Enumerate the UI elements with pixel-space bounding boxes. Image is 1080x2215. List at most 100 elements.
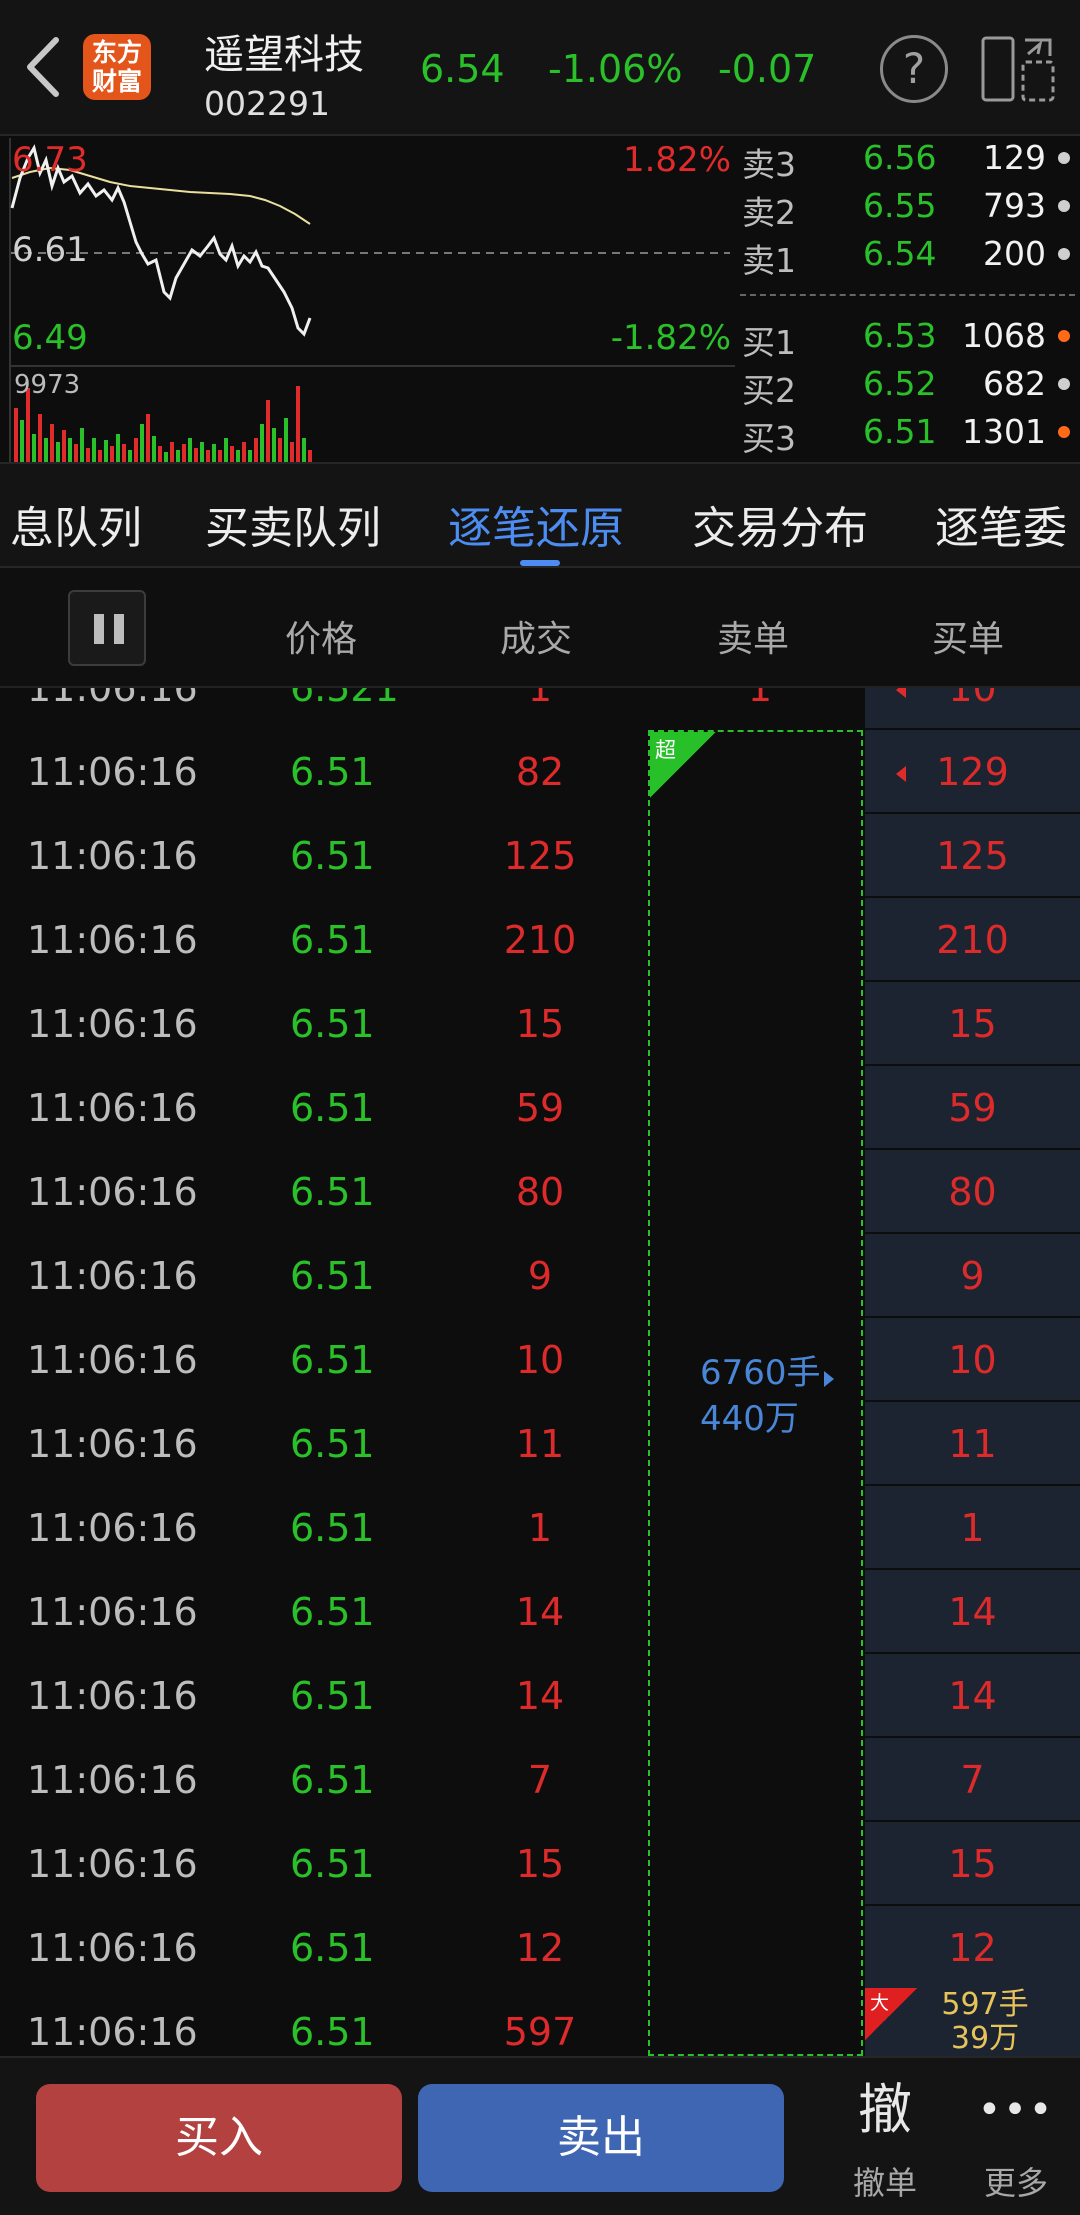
table-row[interactable]: 11:06:16 6.51 1 1 [0,1486,1080,1570]
table-row[interactable]: 11:06:16 6.521 1 1 10 [0,688,1080,730]
trade-time: 11:06:16 [27,1422,198,1466]
more-dots-icon: ••• [977,2087,1055,2133]
trade-price: 6.51 [290,1842,375,1886]
table-row[interactable]: 11:06:16 6.51 12 12 [0,1906,1080,1990]
trade-volume: 15 [515,1842,565,1886]
order-book-sell-3: 卖3 6.56 129 [740,138,1080,186]
table-row[interactable]: 11:06:16 6.51 59 59 [0,1066,1080,1150]
buy-order-volume: 11 [948,1422,997,1466]
super-large-order-badge: 超 [650,732,716,798]
trade-price: 6.521 [290,688,399,710]
pause-icon[interactable] [68,590,146,666]
tab-tick-restore[interactable]: 逐笔还原 [448,492,624,556]
trade-time: 11:06:16 [27,1170,198,1214]
table-row[interactable]: 11:06:16 6.51 82 129 [0,730,1080,814]
book-volume: 1068 [962,316,1046,355]
trade-volume: 14 [515,1674,565,1718]
order-book-sell-2: 卖2 6.55 793 [740,186,1080,234]
trade-volume: 125 [503,834,577,878]
trade-time: 11:06:16 [27,1842,198,1886]
buy-order-volume: 15 [948,1842,997,1886]
buy-button[interactable]: 买入 [36,2084,402,2192]
split-screen-icon[interactable] [980,32,1056,104]
tab-trade-distribution[interactable]: 交易分布 [692,492,868,556]
trade-time: 11:06:16 [27,1926,198,1970]
book-price: 6.53 [863,316,937,355]
table-row[interactable]: 11:06:16 6.51 9 9 [0,1234,1080,1318]
buy-order-volume: 15 [948,1002,997,1046]
book-dot-icon [1058,200,1070,212]
table-row[interactable]: 11:06:16 6.51 15 15 [0,982,1080,1066]
buy-order-volume: 7 [960,1758,985,1802]
column-sell-order: 卖单 [717,619,790,660]
buy-order-volume: 10 [948,1338,997,1382]
chart-volume-label: 9973 [14,370,81,400]
large-buy-order-block[interactable]: 大 597手 39万 [865,1988,1080,2056]
trade-time: 11:06:16 [27,1506,198,1550]
table-row[interactable]: 11:06:16 6.51 7 7 [0,1738,1080,1822]
stock-header: 东方财富 遥望科技 002291 6.54 -1.06% -0.07 ? [0,0,1080,136]
book-price: 6.51 [863,412,937,451]
chart-low-label: 6.49 [12,318,88,358]
table-row[interactable]: 11:06:16 6.51 210 210 [0,898,1080,982]
trade-price: 6.51 [290,1590,375,1634]
large-order-amount: 39万 [950,2021,1020,2056]
trade-price: 6.51 [290,1422,375,1466]
book-price: 6.54 [863,234,937,273]
help-icon[interactable]: ? [880,35,948,103]
tab-tick-orders[interactable]: 逐笔委 [935,492,1067,556]
sell-order-amount: 440万 [700,1399,799,1439]
merged-sell-order-block[interactable]: 超 6760手 440万 [648,730,863,2056]
buy-order-volume: 14 [948,1674,997,1718]
book-volume: 1301 [962,412,1046,451]
expand-arrow-icon[interactable] [824,1371,834,1387]
trade-volume: 7 [527,1758,553,1802]
tab-bid-ask-queue[interactable]: 买卖队列 [205,492,381,556]
table-row[interactable]: 11:06:16 6.51 80 80 [0,1150,1080,1234]
book-volume: 682 [983,364,1046,403]
chart-pct-up-label: 1.82% [622,140,731,180]
trade-time: 11:06:16 [27,1002,198,1046]
table-row[interactable]: 11:06:16 6.51 15 15 [0,1822,1080,1906]
trade-time: 11:06:16 [27,1590,198,1634]
table-row[interactable]: 11:06:16 6.51 11 11 [0,1402,1080,1486]
trade-price: 6.51 [290,1758,375,1802]
book-dot-icon [1058,248,1070,260]
sell-order-summary: 6760手 440万 [700,1350,821,1442]
trade-volume: 14 [515,1590,565,1634]
trade-price: 6.51 [290,1254,375,1298]
more-button[interactable]: ••• 更多 [966,2078,1066,2204]
table-row[interactable]: 11:06:16 6.51 10 10 [0,1318,1080,1402]
trade-time: 11:06:16 [27,1674,198,1718]
cancel-order-button[interactable]: 撤 撤单 [840,2078,930,2204]
brand-logo: 东方财富 [83,34,151,100]
active-tab-indicator [520,560,560,566]
intraday-chart-graphic [9,138,735,462]
order-book[interactable]: 卖3 6.56 129 卖2 6.55 793 卖1 6.54 200 买1 6… [740,138,1080,462]
buy-order-volume: 59 [948,1086,997,1130]
trade-time: 11:06:16 [27,1086,198,1130]
book-level-label: 卖2 [742,193,796,232]
sell-button[interactable]: 卖出 [418,2084,784,2192]
current-price: 6.54 [420,47,505,91]
book-price: 6.56 [863,138,937,177]
tick-table[interactable]: 11:06:16 6.521 1 1 10 11:06:16 6.51 82 1… [0,688,1080,2056]
column-price: 价格 [285,619,358,660]
trade-price: 6.51 [290,918,375,962]
trade-volume: 15 [515,1002,565,1046]
column-volume: 成交 [500,619,573,660]
sell-order-lots: 6760手 [700,1353,821,1393]
order-book-buy-2: 买2 6.52 682 [740,364,1080,412]
trade-volume: 59 [515,1086,565,1130]
back-arrow-icon[interactable] [20,32,68,102]
table-row[interactable]: 11:06:16 6.51 125 125 [0,814,1080,898]
order-book-divider [740,294,1075,296]
trade-volume: 82 [515,750,565,794]
buy-order-volume: 14 [948,1590,997,1634]
table-row[interactable]: 11:06:16 6.51 14 14 [0,1654,1080,1738]
table-row[interactable]: 11:06:16 6.51 14 14 [0,1570,1080,1654]
intraday-mini-chart[interactable]: 6.73 6.61 6.49 1.82% -1.82% 9973 [0,138,735,462]
stock-code: 002291 [204,84,330,123]
trade-volume: 597 [503,2010,577,2054]
tab-order-queue[interactable]: 息队列 [10,492,142,556]
